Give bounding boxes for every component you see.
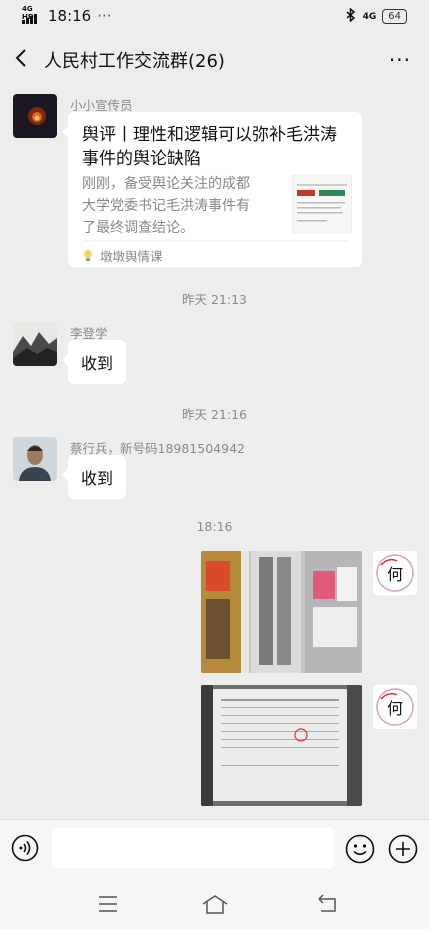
cellular-signal-icon: 4G HD (22, 5, 42, 24)
card-thumbnail (292, 175, 352, 233)
more-options-button[interactable]: ··· (389, 48, 411, 72)
avatar[interactable] (13, 94, 57, 138)
chat-header: 人民村工作交流群(26) ··· (0, 34, 429, 84)
chevron-left-icon (15, 49, 26, 67)
card-source: 墩墩舆情课 (82, 246, 163, 265)
article-card[interactable]: 舆评丨理性和逻辑可以弥补毛洪涛事件的舆论缺陷 刚刚，备受舆论关注的成都大学党委书… (62, 112, 362, 267)
more-functions-button[interactable] (388, 834, 418, 864)
plus-icon (388, 834, 418, 864)
status-notifications: ··· (97, 7, 112, 25)
image-message[interactable] (201, 551, 362, 673)
menu-icon (99, 896, 117, 912)
voice-icon (11, 834, 39, 862)
system-nav-bar (0, 881, 429, 929)
avatar[interactable] (13, 437, 57, 481)
avatar-char: 何 (387, 699, 403, 718)
home-nav-button[interactable] (201, 893, 229, 919)
network-type: 4G (362, 11, 377, 22)
message-bubble: 收到 (61, 340, 127, 384)
emoji-icon (345, 834, 375, 864)
message-input[interactable] (52, 828, 334, 868)
timestamp: 昨天 21:13 (182, 292, 247, 307)
page-title: 人民村工作交流群(26) (44, 51, 225, 72)
back-nav-button[interactable] (315, 893, 339, 919)
avatar[interactable] (13, 322, 57, 366)
timestamp: 昨天 21:16 (182, 407, 247, 422)
timestamp: 18:16 (196, 519, 233, 534)
menu-nav-button[interactable] (97, 893, 119, 919)
status-bar: 4G HD 18:16 ··· 4G 64 (0, 0, 429, 34)
image-message[interactable] (201, 685, 362, 806)
battery-level: 64 (382, 9, 407, 24)
emoji-button[interactable] (345, 834, 375, 864)
message-bubble: 收到 (61, 455, 127, 499)
voice-button[interactable] (11, 834, 39, 862)
source-name: 墩墩舆情课 (100, 249, 163, 264)
card-title: 舆评丨理性和逻辑可以弥补毛洪涛事件的舆论缺陷 (82, 125, 337, 169)
input-bar (0, 819, 429, 882)
lightbulb-icon (84, 250, 92, 261)
self-avatar[interactable]: 何 (373, 551, 417, 595)
back-button[interactable] (12, 47, 32, 69)
status-time: 18:16 (48, 7, 92, 25)
home-icon (202, 895, 228, 914)
self-avatar[interactable]: 何 (373, 685, 417, 729)
bluetooth-icon (345, 7, 357, 25)
return-icon (318, 894, 336, 912)
divider (82, 240, 348, 241)
avatar-char: 何 (387, 565, 403, 584)
card-description: 刚刚，备受舆论关注的成都大学党委书记毛洪涛事件有了最终调查结论。 (82, 176, 250, 236)
